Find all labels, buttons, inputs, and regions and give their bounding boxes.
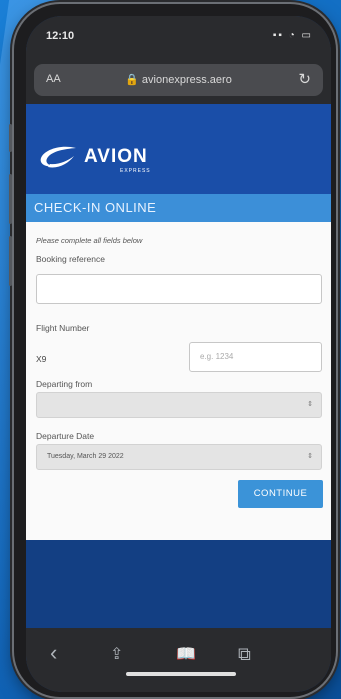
- continue-button[interactable]: CONTINUE: [238, 480, 323, 508]
- flight-prefix: X9: [36, 354, 47, 364]
- address-bar: AA 🔒 avionexpress.aero ↻: [26, 56, 331, 104]
- site-header: AVION EXPRESS: [26, 104, 331, 194]
- form-instruction: Please complete all fields below: [36, 236, 143, 245]
- home-indicator: [126, 672, 236, 676]
- back-icon[interactable]: ‹: [50, 640, 57, 666]
- page-title: CHECK-IN ONLINE: [26, 194, 331, 222]
- checkin-form: Please complete all fields below Booking…: [26, 222, 331, 540]
- volume-up-button: [9, 174, 12, 224]
- departing-from-label: Departing from: [36, 379, 93, 389]
- volume-down-button: [9, 236, 12, 286]
- browser-toolbar: ‹ ⇪ 📖 ⧉: [26, 628, 331, 692]
- screen: 12:10 ▪▪ ◔ ▭ AA 🔒 avionexpress.aero ↻ AV…: [26, 16, 331, 692]
- silent-switch: [9, 124, 12, 152]
- flight-number-label: Flight Number: [36, 323, 90, 333]
- tabs-icon[interactable]: ⧉: [238, 644, 251, 665]
- logo-subtitle: EXPRESS: [120, 168, 151, 174]
- departing-from-select[interactable]: ⇕: [36, 392, 322, 418]
- select-arrows-icon: ⇕: [307, 453, 313, 460]
- reload-icon[interactable]: ↻: [298, 70, 311, 88]
- departure-date-label: Departure Date: [36, 431, 95, 441]
- status-time: 12:10: [46, 30, 75, 42]
- status-icons: ▪▪ ◔ ▭: [272, 30, 313, 41]
- logo-wordmark: AVION: [84, 146, 148, 167]
- departure-date-select[interactable]: Tuesday, March 29 2022 ⇕: [36, 444, 322, 470]
- page-footer-area: [26, 540, 331, 628]
- share-icon[interactable]: ⇪: [110, 644, 123, 664]
- flight-number-input[interactable]: e.g. 1234: [189, 342, 322, 372]
- swoosh-icon: [40, 146, 76, 168]
- status-bar: 12:10 ▪▪ ◔ ▭: [26, 16, 331, 56]
- booking-reference-input[interactable]: [36, 274, 322, 304]
- departure-date-value: Tuesday, March 29 2022: [47, 453, 124, 460]
- booking-reference-label: Booking reference: [36, 254, 105, 264]
- url-field[interactable]: AA 🔒 avionexpress.aero ↻: [34, 64, 323, 96]
- bookmarks-icon[interactable]: 📖: [176, 644, 196, 664]
- url-text[interactable]: 🔒 avionexpress.aero: [34, 73, 323, 86]
- select-arrows-icon: ⇕: [307, 401, 313, 408]
